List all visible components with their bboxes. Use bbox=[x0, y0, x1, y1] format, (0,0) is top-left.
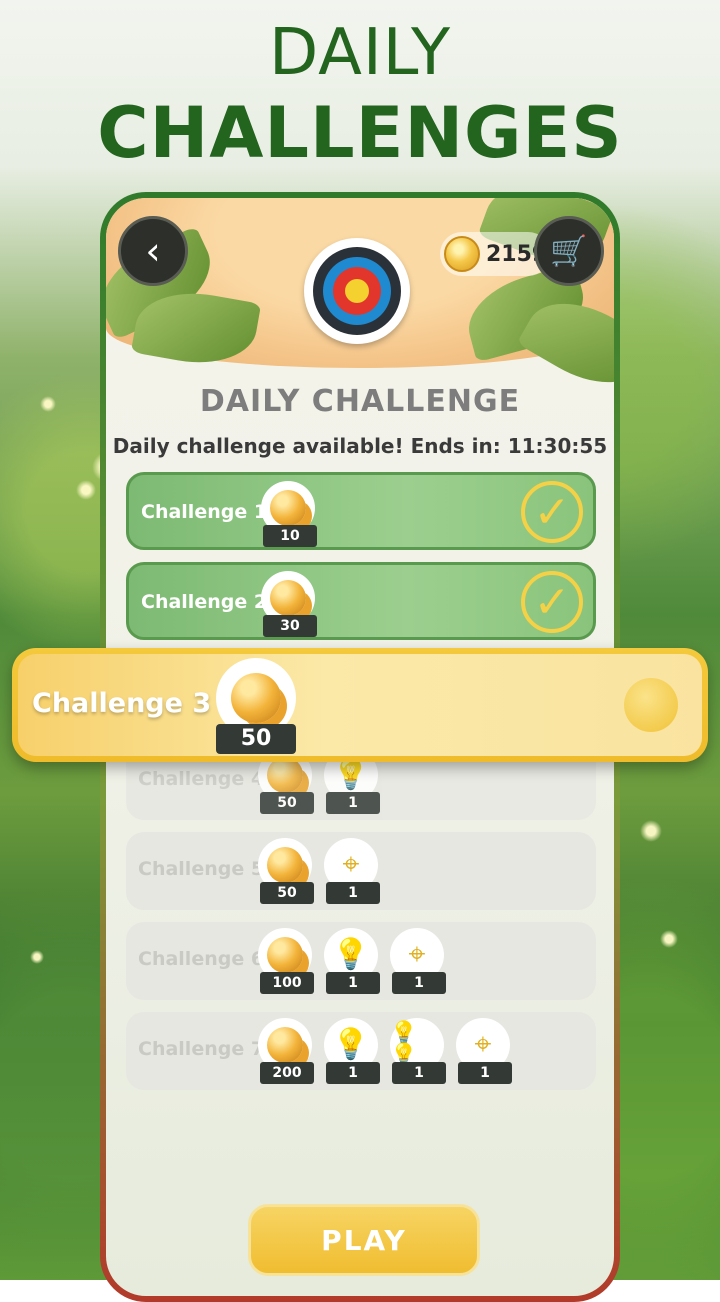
sparkle bbox=[660, 930, 678, 948]
lightbulb-icon: 💡 bbox=[332, 1027, 370, 1062]
sparkle bbox=[640, 820, 662, 842]
target-icon bbox=[313, 247, 401, 335]
challenge-row-6[interactable]: Challenge 6 100 💡 1 ⌖ 1 bbox=[126, 922, 596, 1000]
title-challenges: CHALLENGES bbox=[97, 92, 623, 174]
back-arrow-icon: ‹ bbox=[145, 229, 161, 273]
back-button[interactable]: ‹ bbox=[118, 216, 188, 286]
reward-amount: 1 bbox=[326, 1062, 380, 1084]
hint-reward: 💡 1 bbox=[324, 1018, 380, 1084]
reward-amount: 1 bbox=[392, 1062, 446, 1084]
reward-amount: 10 bbox=[263, 525, 317, 547]
challenge-label: Challenge 4 bbox=[138, 768, 265, 790]
challenge-row-5[interactable]: Challenge 5 50 ⌖ 1 bbox=[126, 832, 596, 910]
target-reward: ⌖ 1 bbox=[456, 1018, 512, 1084]
multi-hint-reward: 💡💡 1 bbox=[390, 1018, 446, 1084]
coin-stack-icon bbox=[267, 1027, 303, 1063]
target-emblem bbox=[304, 238, 410, 344]
countdown-text: Daily challenge available! Ends in: 11:3… bbox=[112, 434, 608, 458]
reward-amount: 50 bbox=[216, 724, 296, 754]
reward-amount: 100 bbox=[260, 972, 314, 994]
coin-stack-icon bbox=[231, 673, 281, 723]
challenge-row-7[interactable]: Challenge 7 200 💡 1 💡💡 1 ⌖ 1 bbox=[126, 1012, 596, 1090]
play-button[interactable]: PLAY bbox=[248, 1204, 480, 1276]
coin-reward: 50 bbox=[216, 658, 300, 754]
reward-amount: 50 bbox=[260, 882, 314, 904]
reward-amount: 1 bbox=[458, 1062, 512, 1084]
target-reward: ⌖ 1 bbox=[324, 838, 380, 904]
lightbulb-icon: 💡 bbox=[332, 937, 370, 972]
crosshair-icon: ⌖ bbox=[408, 937, 426, 972]
reward-amount: 50 bbox=[260, 792, 314, 814]
pending-status-icon bbox=[624, 678, 678, 732]
coin-stack-icon bbox=[267, 937, 303, 973]
challenge-row-3-active[interactable]: Challenge 3 50 bbox=[12, 648, 708, 762]
coin-reward: 30 bbox=[261, 571, 317, 637]
challenge-label: Challenge 7 bbox=[138, 1038, 265, 1060]
coin-reward: 50 bbox=[258, 838, 314, 904]
challenge-label: Challenge 1 bbox=[141, 501, 268, 523]
sparkle bbox=[30, 950, 44, 964]
reward-amount: 200 bbox=[260, 1062, 314, 1084]
coin-stack-icon bbox=[267, 847, 303, 883]
sparkle bbox=[40, 396, 56, 412]
coin-reward: 200 bbox=[258, 1018, 314, 1084]
hint-reward: 💡 1 bbox=[324, 928, 380, 994]
coin-reward: 100 bbox=[258, 928, 314, 994]
checkmark-icon: ✓ bbox=[521, 571, 583, 633]
coin-stack-icon bbox=[270, 580, 306, 616]
reward-amount: 1 bbox=[326, 882, 380, 904]
target-reward: ⌖ 1 bbox=[390, 928, 446, 994]
coin-icon bbox=[444, 236, 480, 272]
challenge-label: Challenge 6 bbox=[138, 948, 265, 970]
lightbulb-icon: 💡 bbox=[332, 757, 370, 792]
shop-button[interactable]: 🛒 bbox=[534, 216, 604, 286]
checkmark-icon: ✓ bbox=[521, 481, 583, 543]
coin-stack-icon bbox=[267, 757, 303, 793]
multi-lightbulb-icon: 💡💡 bbox=[390, 1021, 418, 1068]
panel-title: DAILY CHALLENGE bbox=[199, 384, 521, 419]
reward-amount: 1 bbox=[392, 972, 446, 994]
coin-reward: 10 bbox=[261, 481, 317, 547]
challenge-label: Challenge 2 bbox=[141, 591, 268, 613]
reward-amount: 1 bbox=[326, 792, 380, 814]
challenge-row-2[interactable]: Challenge 2 30 ✓ bbox=[126, 562, 596, 640]
challenge-label: Challenge 3 bbox=[32, 688, 212, 719]
reward-amount: 1 bbox=[326, 972, 380, 994]
cart-icon: 🛒 bbox=[550, 233, 588, 269]
coin-stack-icon bbox=[270, 490, 306, 526]
sparkle bbox=[76, 480, 96, 500]
crosshair-icon: ⌖ bbox=[342, 847, 360, 882]
challenge-row-1[interactable]: Challenge 1 10 ✓ bbox=[126, 472, 596, 550]
crosshair-icon: ⌖ bbox=[474, 1027, 492, 1062]
reward-amount: 30 bbox=[263, 615, 317, 637]
title-daily: DAILY bbox=[268, 16, 452, 90]
challenge-label: Challenge 5 bbox=[138, 858, 265, 880]
